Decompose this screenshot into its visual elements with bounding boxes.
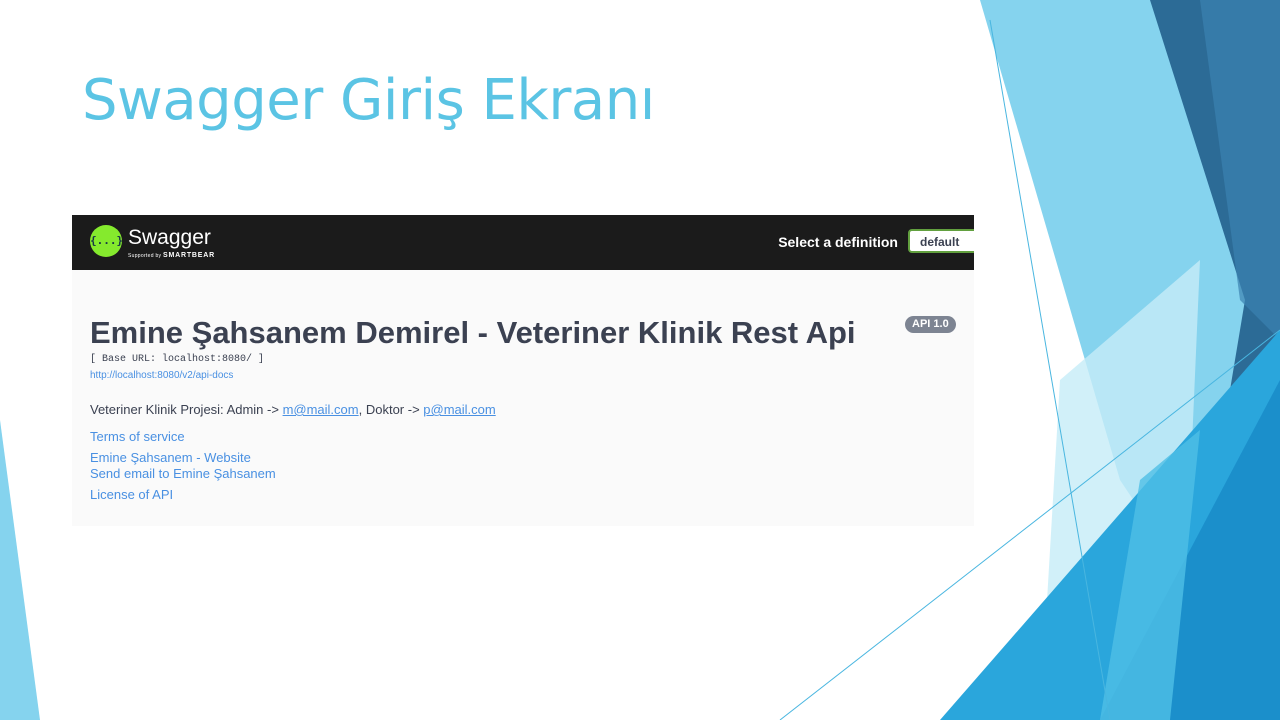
slide-title: Swagger Giriş Ekranı <box>82 68 655 133</box>
doctor-email-link[interactable]: p@mail.com <box>423 402 495 417</box>
api-description: Veteriner Klinik Projesi: Admin -> m@mai… <box>90 402 496 417</box>
smartbear-tagline-prefix: Supported by <box>128 253 162 259</box>
api-title: Emine Şahsanem Demirel - Veteriner Klini… <box>90 315 856 350</box>
api-docs-link[interactable]: http://localhost:8080/v2/api-docs <box>90 370 233 381</box>
website-link[interactable]: Emine Şahsanem - Website <box>90 450 251 465</box>
admin-email-link[interactable]: m@mail.com <box>283 402 359 417</box>
terms-of-service-link[interactable]: Terms of service <box>90 429 185 444</box>
smartbear-brand: SMARTBEAR <box>163 252 215 259</box>
swagger-logo-text[interactable]: Swagger <box>128 226 211 250</box>
swagger-topbar: {...} Swagger Supported by SMARTBEAR Sel… <box>72 215 974 270</box>
swagger-logo-icon[interactable]: {...} <box>90 225 123 257</box>
swagger-screenshot: {...} Swagger Supported by SMARTBEAR Sel… <box>72 215 974 526</box>
smartbear-tagline: Supported by SMARTBEAR <box>128 252 215 259</box>
description-prefix: Veteriner Klinik Projesi: Admin -> <box>90 402 283 417</box>
description-middle: , Doktor -> <box>358 402 424 417</box>
license-link[interactable]: License of API <box>90 487 173 502</box>
definition-select[interactable]: default <box>908 229 974 253</box>
send-email-link[interactable]: Send email to Emine Şahsanem <box>90 466 276 481</box>
select-definition-label: Select a definition <box>778 234 898 250</box>
api-version-badge: API 1.0 <box>905 316 956 333</box>
base-url: [ Base URL: localhost:8080/ ] <box>90 354 265 365</box>
